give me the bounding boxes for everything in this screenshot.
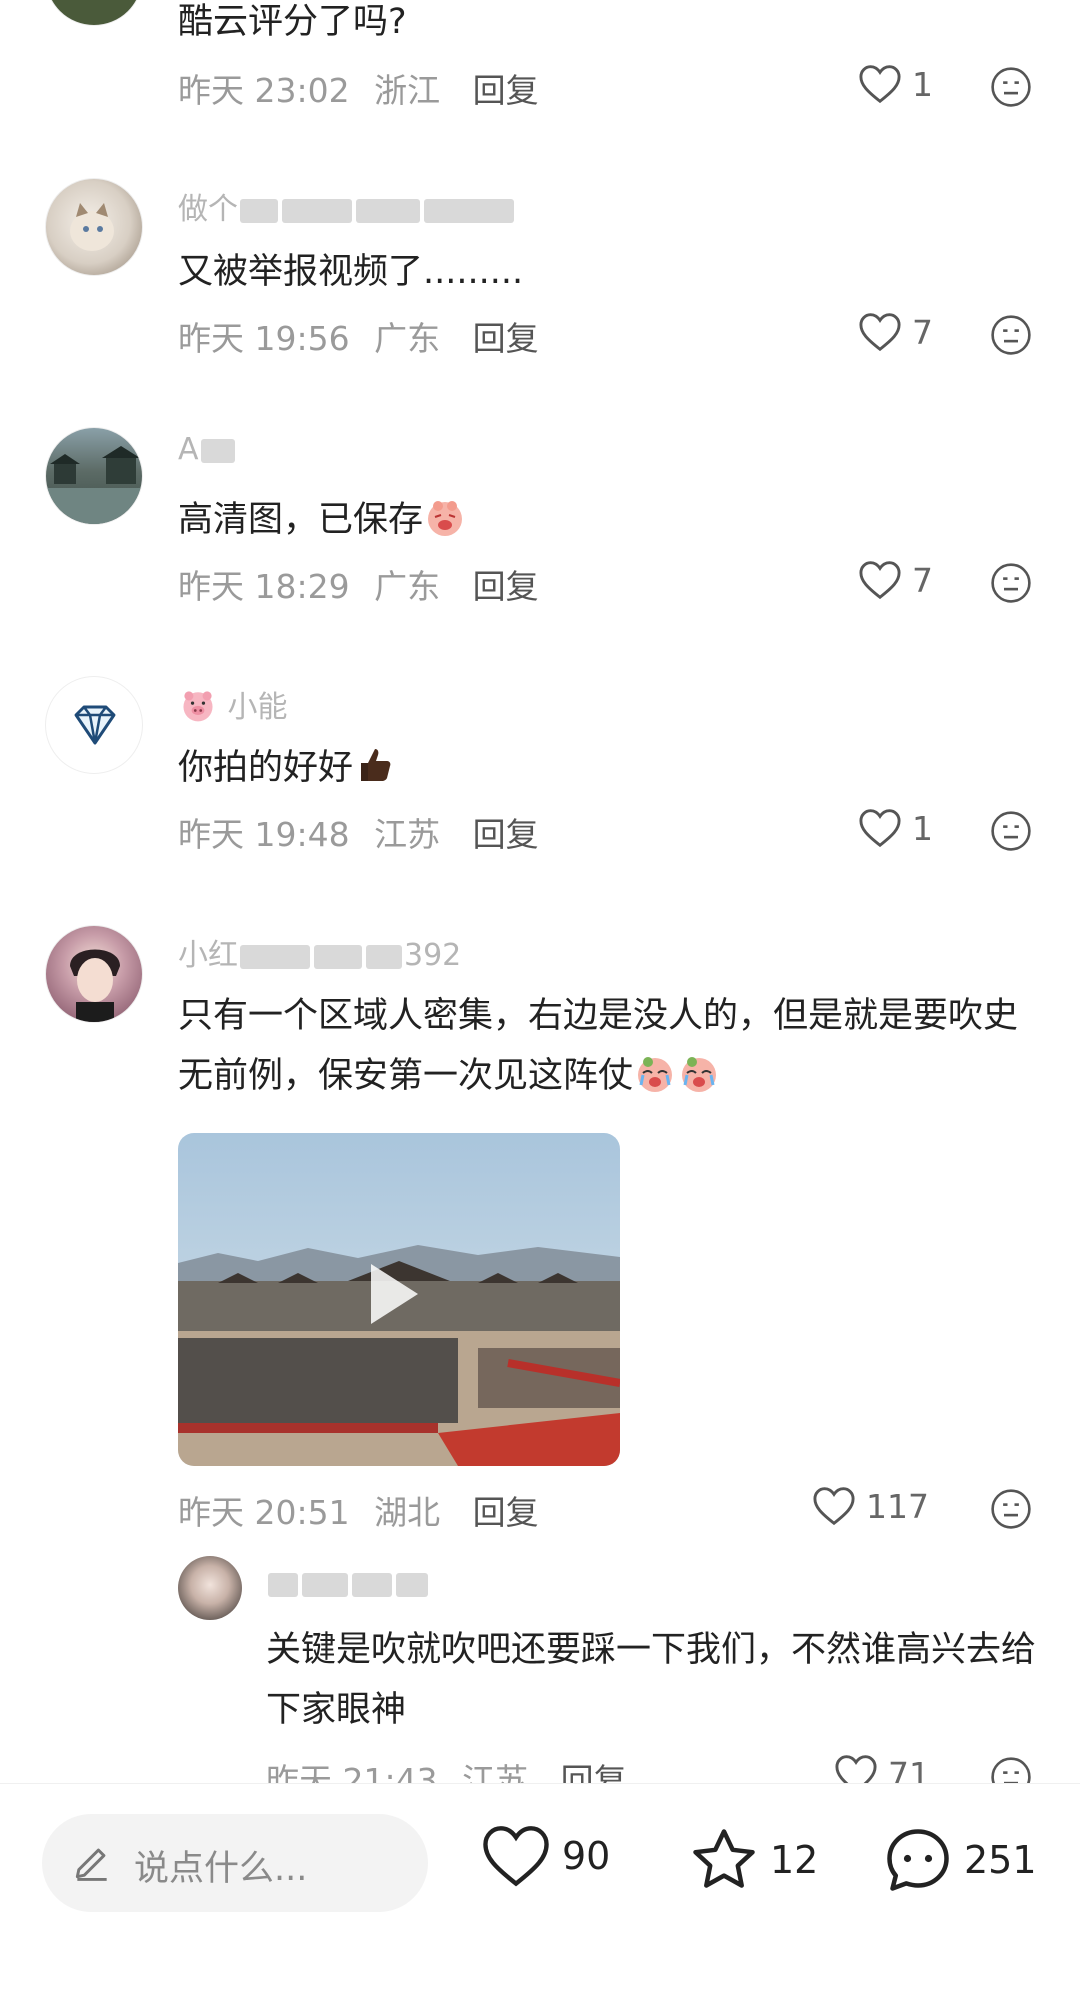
comment-time: 昨天 18:29 <box>178 567 350 606</box>
comment-input-placeholder: 说点什么... <box>134 1849 308 1889</box>
speech-bubble-icon <box>887 1829 949 1891</box>
comment-text: 你拍的好好 <box>178 738 1038 798</box>
video-thumbnail[interactable] <box>178 1133 620 1466</box>
comment-username[interactable]: 小能 <box>178 682 288 729</box>
reply-button[interactable]: 回复 <box>473 1493 539 1532</box>
username-text: 小红 <box>178 938 238 973</box>
comment-location: 广东 <box>374 567 441 606</box>
comment-location: 浙江 <box>374 71 441 110</box>
comment-location: 江苏 <box>374 815 441 854</box>
comment-username[interactable] <box>266 1566 430 1601</box>
comment-location: 江苏 <box>462 1761 529 1783</box>
comment-text-content: 高清图，已保存 <box>178 500 424 540</box>
comment-feed[interactable]: 酷云评分了吗? 昨天 23:02 浙江 回复 1 做个 又被举报视频了.....… <box>0 0 1080 1783</box>
comment-meta: 昨天 19:48 江苏 回复 <box>178 808 539 856</box>
username-text: 做个 <box>178 192 238 227</box>
comment-time: 昨天 20:51 <box>178 1493 350 1532</box>
comment-time: 昨天 19:48 <box>178 815 350 854</box>
username-text-end: 392 <box>404 938 462 973</box>
like-count: 71 <box>888 1754 930 1784</box>
avatar[interactable] <box>45 676 143 774</box>
crying-pig-emoji-icon <box>428 501 463 536</box>
comment-username[interactable]: A <box>178 432 237 467</box>
avatar[interactable] <box>178 1556 242 1620</box>
avatar[interactable] <box>45 178 143 276</box>
heart-outline-icon <box>859 313 901 352</box>
comment-post-button[interactable]: 251 <box>882 1824 1037 1896</box>
comment-text-content: 只有一个区域人密集，右边是没人的，但是就是要吹史无前例，保安第一次见这阵仗 <box>178 996 1019 1096</box>
reply-button[interactable]: 回复 <box>473 815 539 854</box>
comment-text: 只有一个区域人密集，右边是没人的，但是就是要吹史无前例，保安第一次见这阵仗 <box>178 986 1038 1106</box>
neutral-face-icon[interactable] <box>990 1756 1032 1783</box>
like-post-button[interactable]: 90 <box>480 1824 610 1888</box>
reply-button[interactable]: 回复 <box>473 567 539 606</box>
reply-button[interactable]: 回复 <box>473 319 539 358</box>
neutral-face-icon[interactable] <box>990 810 1032 852</box>
comment-time: 昨天 23:02 <box>178 71 350 110</box>
star-outline-icon <box>693 1829 755 1888</box>
crying-face-emoji-icon <box>638 1057 673 1092</box>
like-button[interactable]: 7 <box>858 560 933 600</box>
neutral-face-icon[interactable] <box>990 562 1032 604</box>
like-button[interactable]: 71 <box>834 1754 930 1783</box>
comment-text: 酷云评分了吗? <box>178 2 407 42</box>
heart-outline-icon <box>859 65 901 104</box>
like-button[interactable]: 7 <box>858 312 933 352</box>
post-like-count: 90 <box>562 1834 611 1878</box>
comment-time: 昨天 19:56 <box>178 319 350 358</box>
video-preview-image <box>178 1133 620 1466</box>
favorite-post-button[interactable]: 12 <box>688 1824 818 1896</box>
neutral-face-icon[interactable] <box>990 66 1032 108</box>
comment-input[interactable]: 说点什么... <box>42 1814 428 1912</box>
avatar[interactable] <box>45 925 143 1023</box>
comment-meta: 昨天 19:56 广东 回复 <box>178 312 539 360</box>
username-text: A <box>178 432 199 467</box>
post-favorite-count: 12 <box>770 1838 819 1882</box>
comment-location: 湖北 <box>374 1493 441 1532</box>
heart-outline-icon <box>859 561 901 600</box>
heart-outline-icon <box>483 1826 549 1887</box>
like-button[interactable]: 1 <box>858 64 933 104</box>
avatar[interactable] <box>45 0 143 26</box>
pig-emoji-icon <box>183 690 213 721</box>
neutral-face-icon[interactable] <box>990 1488 1032 1530</box>
reply-button[interactable]: 回复 <box>561 1761 627 1783</box>
like-count: 1 <box>912 64 933 104</box>
comment-meta: 昨天 23:02 浙江 回复 <box>178 64 539 112</box>
thumbs-up-emoji-icon <box>361 749 391 781</box>
comment-text: 又被举报视频了......... <box>178 252 524 292</box>
like-count: 7 <box>912 560 933 600</box>
comment-username[interactable]: 小红 392 <box>178 930 461 974</box>
like-count: 1 <box>912 808 933 848</box>
post-comment-count: 251 <box>964 1838 1037 1882</box>
like-count: 7 <box>912 312 933 352</box>
diamond-icon <box>74 705 116 745</box>
comment-text: 高清图，已保存 <box>178 490 1038 550</box>
reply-text: 关键是吹就吹吧还要踩一下我们，不然谁高兴去给下家眼神 <box>266 1630 1037 1730</box>
pencil-icon <box>75 1848 107 1881</box>
bottom-action-bar: 说点什么... 90 12 251 <box>0 1783 1080 1994</box>
like-count: 117 <box>866 1486 929 1526</box>
comment-username[interactable]: 做个 <box>178 184 516 228</box>
comment-text-content: 你拍的好好 <box>178 748 354 788</box>
username-text: 小能 <box>227 690 288 725</box>
neutral-face-icon[interactable] <box>990 314 1032 356</box>
comment-meta: 昨天 20:51 湖北 回复 <box>178 1486 539 1534</box>
heart-outline-icon <box>859 809 901 848</box>
like-button[interactable]: 1 <box>858 808 933 848</box>
crying-face-emoji-icon <box>682 1057 717 1092</box>
comment-meta: 昨天 18:29 广东 回复 <box>178 560 539 608</box>
comment-location: 广东 <box>374 319 441 358</box>
heart-outline-icon <box>835 1755 877 1783</box>
comment-meta: 昨天 21:43 江苏 回复 <box>266 1754 627 1783</box>
heart-outline-icon <box>813 1487 855 1526</box>
avatar[interactable] <box>45 427 143 525</box>
reply-button[interactable]: 回复 <box>473 71 539 110</box>
comment-time: 昨天 21:43 <box>266 1761 438 1783</box>
like-button[interactable]: 117 <box>812 1486 929 1526</box>
